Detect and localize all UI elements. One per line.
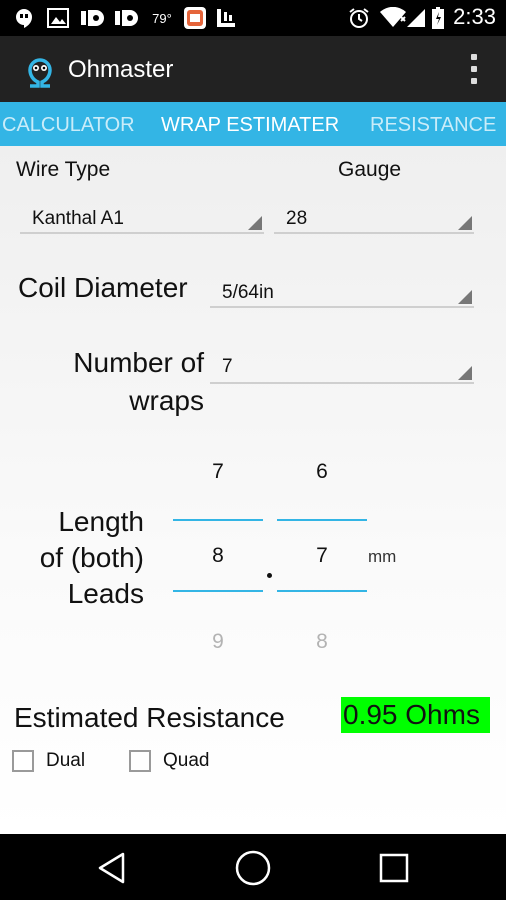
- wire-type-spinner[interactable]: Kanthal A1: [20, 208, 264, 234]
- quad-label[interactable]: Quad: [163, 750, 209, 772]
- picker-divider: [173, 519, 263, 521]
- dropdown-triangle-icon: [458, 366, 472, 380]
- temperature-text: 79°: [152, 10, 172, 26]
- alarm-icon: [346, 7, 372, 29]
- letterboxd-icon: [214, 7, 238, 29]
- dropdown-triangle-icon: [458, 290, 472, 304]
- gauge-value: 28: [286, 208, 308, 229]
- wire-type-label: Wire Type: [16, 158, 111, 181]
- clock-time: 2:33: [453, 4, 496, 29]
- dropdown-triangle-icon: [458, 216, 472, 230]
- picker-next-value[interactable]: 9: [173, 630, 263, 654]
- app-title: Ohmaster: [68, 56, 174, 83]
- leads-label-line1: Length: [58, 506, 144, 537]
- wraps-label-line2: wraps: [129, 385, 204, 416]
- picker-next-value[interactable]: 8: [277, 630, 367, 654]
- coil-diameter-label: Coil Diameter: [18, 272, 188, 303]
- status-bar: 79° 2:33: [0, 0, 506, 36]
- gauge-label: Gauge: [338, 158, 402, 181]
- dual-label[interactable]: Dual: [46, 750, 85, 772]
- leads-label: Length of (both) Leads: [10, 504, 144, 612]
- action-bar: Ohmaster: [0, 36, 506, 102]
- image-icon: [46, 7, 70, 29]
- wraps-spinner[interactable]: 7: [210, 352, 474, 384]
- gauge-spinner[interactable]: 28: [274, 208, 474, 234]
- wraps-value: 7: [222, 356, 233, 377]
- tab-calculator[interactable]: CALCULATOR: [2, 114, 135, 137]
- wraps-label: Number of wraps: [20, 344, 204, 420]
- picker-current-value[interactable]: 7: [277, 544, 367, 568]
- leads-label-line2: of (both): [39, 542, 144, 573]
- omega-icon[interactable]: [20, 50, 60, 90]
- picker-divider: [173, 590, 263, 592]
- coil-diameter-spinner[interactable]: 5/64in: [210, 282, 474, 308]
- leads-unit: mm: [368, 547, 397, 566]
- recents-icon[interactable]: [374, 848, 414, 888]
- signal-icon: [404, 7, 428, 29]
- picker-prev-value[interactable]: 7: [173, 460, 263, 484]
- beats-icon: [114, 7, 140, 29]
- tab-bar: CALCULATOR WRAP ESTIMATER RESISTANCE: [0, 102, 506, 146]
- picker-divider: [277, 519, 367, 521]
- navigation-bar: [0, 834, 506, 900]
- back-icon[interactable]: [92, 848, 132, 888]
- tab-wrap-estimater[interactable]: WRAP ESTIMATER: [161, 114, 339, 137]
- picker-current-value[interactable]: 8: [173, 544, 263, 568]
- app-notification-icon: [182, 7, 208, 29]
- coil-diameter-value: 5/64in: [222, 282, 274, 303]
- dropdown-triangle-icon: [248, 216, 262, 230]
- dual-checkbox[interactable]: [12, 750, 34, 772]
- picker-prev-value[interactable]: 6: [277, 460, 367, 484]
- overflow-menu-icon[interactable]: [470, 54, 478, 84]
- tab-resistance[interactable]: RESISTANCE: [370, 114, 496, 137]
- wire-type-value: Kanthal A1: [32, 208, 124, 229]
- hangouts-icon: [12, 7, 36, 29]
- leads-label-line3: Leads: [67, 578, 144, 609]
- wraps-label-line1: Number of: [73, 347, 204, 378]
- wrap-estimater-panel: Wire Type Gauge Kanthal A1 28 Coil Diame…: [0, 146, 506, 834]
- estimated-resistance-value: 0.95 Ohms: [341, 697, 490, 733]
- beats-icon: [80, 7, 106, 29]
- estimated-resistance-label: Estimated Resistance: [14, 702, 285, 733]
- home-icon[interactable]: [233, 848, 273, 888]
- decimal-point: [267, 573, 272, 578]
- battery-icon: [430, 7, 446, 29]
- picker-divider: [277, 590, 367, 592]
- quad-checkbox[interactable]: [129, 750, 151, 772]
